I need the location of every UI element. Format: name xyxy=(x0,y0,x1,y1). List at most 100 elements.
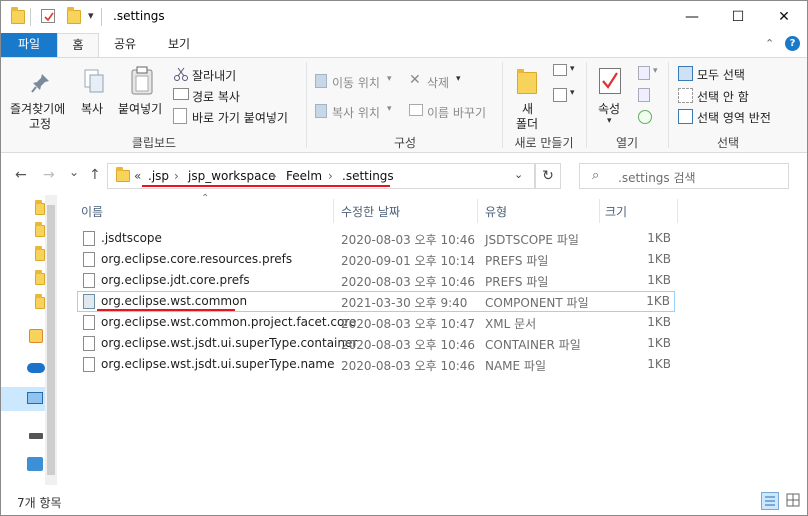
scrollbar-thumb[interactable] xyxy=(47,205,55,475)
file-name: org.eclipse.wst.jsdt.ui.superType.contai… xyxy=(101,336,358,350)
drive-icon[interactable] xyxy=(29,433,43,439)
paste-shortcut-icon xyxy=(173,108,187,124)
file-row[interactable]: .jsdtscope 2020-08-03 오후 10:46 JSDTSCOPE… xyxy=(77,228,675,249)
invert-selection-button[interactable]: 선택 영역 반전 xyxy=(697,109,771,126)
search-box[interactable]: ⌕ .settings 검색 xyxy=(579,163,789,189)
address-bar[interactable]: « .jsp › jsp_workspace › Feelm › .settin… xyxy=(107,163,535,189)
cut-button[interactable]: 잘라내기 xyxy=(192,67,236,84)
column-size[interactable]: 크기 xyxy=(605,203,627,220)
details-view-icon[interactable] xyxy=(761,492,779,510)
help-icon[interactable]: ? xyxy=(785,36,800,51)
folder-icon[interactable] xyxy=(35,200,45,215)
file-row[interactable]: org.eclipse.jdt.core.prefs 2020-08-03 오후… xyxy=(77,270,675,291)
new-folder-icon[interactable] xyxy=(67,7,81,24)
properties-checkbox-icon[interactable] xyxy=(41,9,55,23)
onedrive-icon[interactable] xyxy=(27,363,45,373)
title-bar: ▾ .settings — ☐ ✕ xyxy=(1,1,807,33)
delete-icon: ✕ xyxy=(409,72,421,88)
column-name[interactable]: 이름 xyxy=(81,203,103,220)
properties-icon xyxy=(599,68,621,94)
this-pc-item[interactable] xyxy=(1,387,45,411)
ribbon-collapse-icon[interactable]: ⌃ xyxy=(765,37,774,50)
file-size: 1KB xyxy=(647,357,671,371)
breadcrumb-separator: › xyxy=(272,169,277,183)
network-icon[interactable] xyxy=(27,457,43,471)
paste-button[interactable]: 붙여넣기 xyxy=(118,100,162,117)
paste-shortcut-button[interactable]: 바로 가기 붙여넣기 xyxy=(192,109,288,126)
open-group-label: 열기 xyxy=(615,136,639,150)
navigation-bar: ← → ⌄ ↑ « .jsp › jsp_workspace › Feelm ›… xyxy=(1,157,807,193)
breadcrumb-jsp-workspace[interactable]: jsp_workspace xyxy=(188,169,275,183)
folder-icon[interactable] xyxy=(35,246,45,261)
tab-share[interactable]: 공유 xyxy=(101,33,149,57)
copy-to-button[interactable]: 복사 위치 xyxy=(332,104,380,121)
new-folder-icon xyxy=(517,69,537,94)
breadcrumb-separator: › xyxy=(328,169,333,183)
quick-access-dropdown-icon[interactable]: ▾ xyxy=(88,9,94,22)
folder-icon[interactable] xyxy=(35,270,45,285)
open-icon[interactable] xyxy=(638,66,650,80)
ribbon: 즐겨찾기에 고정 복사 붙여넣기 잘라내기 경로 복사 바로 가기 붙여넣기 클… xyxy=(1,57,807,153)
large-icons-view-icon[interactable] xyxy=(785,492,803,510)
column-type[interactable]: 유형 xyxy=(485,203,507,220)
search-placeholder[interactable]: .settings 검색 xyxy=(618,169,696,186)
address-overflow[interactable]: « xyxy=(134,169,141,183)
forward-arrow-icon[interactable]: → xyxy=(43,167,55,183)
new-item-icon[interactable] xyxy=(553,64,567,76)
chevron-down-icon: ▾ xyxy=(456,74,461,84)
copy-icon xyxy=(83,68,105,96)
file-row[interactable]: org.eclipse.wst.jsdt.ui.superType.name 2… xyxy=(77,354,675,375)
close-button[interactable]: ✕ xyxy=(761,1,807,33)
refresh-button[interactable]: ↻ xyxy=(535,163,561,189)
move-to-button[interactable]: 이동 위치 xyxy=(332,74,380,91)
chevron-down-icon[interactable]: ⌄ xyxy=(514,168,523,181)
breadcrumb-feelm[interactable]: Feelm xyxy=(286,169,322,183)
file-size: 1KB xyxy=(647,273,671,287)
history-icon[interactable] xyxy=(638,110,652,124)
file-modified: 2021-03-30 오후 9:40 xyxy=(341,296,468,310)
window-title: .settings xyxy=(113,9,165,23)
chevron-down-icon: ▾ xyxy=(570,88,575,98)
select-none-button[interactable]: 선택 안 함 xyxy=(697,88,749,105)
up-arrow-icon[interactable]: ↑ xyxy=(89,167,101,183)
copy-path-button[interactable]: 경로 복사 xyxy=(192,88,240,105)
file-modified: 2020-09-01 오후 10:14 xyxy=(341,254,476,268)
column-modified[interactable]: 수정한 날짜 xyxy=(341,203,400,220)
chevron-down-icon: ▾ xyxy=(653,66,658,76)
this-pc-icon xyxy=(27,392,43,404)
file-row[interactable]: org.eclipse.wst.common.project.facet.cor… xyxy=(77,312,675,333)
invert-selection-icon xyxy=(678,109,693,124)
file-size: 1KB xyxy=(647,315,671,329)
breadcrumb-settings[interactable]: .settings xyxy=(342,169,394,183)
easy-access-icon[interactable] xyxy=(553,88,567,102)
delete-button[interactable]: 삭제 xyxy=(427,74,449,91)
chevron-down-icon: ▾ xyxy=(570,64,575,74)
file-row[interactable]: org.eclipse.core.resources.prefs 2020-09… xyxy=(77,249,675,270)
minimize-button[interactable]: — xyxy=(669,1,715,33)
folder-icon[interactable] xyxy=(35,222,45,237)
folder-icon[interactable] xyxy=(35,294,45,309)
rename-button[interactable]: 이름 바꾸기 xyxy=(427,104,486,121)
tab-file[interactable]: 파일 xyxy=(1,33,57,57)
maximize-button[interactable]: ☐ xyxy=(715,1,761,33)
properties-button[interactable]: 속성 xyxy=(598,100,620,117)
navigation-pane-scrollbar[interactable] xyxy=(45,195,57,485)
search-icon: ⌕ xyxy=(592,168,600,183)
new-folder-button-line2[interactable]: 폴더 xyxy=(516,115,538,132)
file-size: 1KB xyxy=(647,252,671,266)
file-icon xyxy=(83,315,95,330)
tab-view[interactable]: 보기 xyxy=(151,33,207,57)
tab-home[interactable]: 홈 xyxy=(57,33,99,57)
copy-button[interactable]: 복사 xyxy=(81,100,103,117)
edit-icon[interactable] xyxy=(638,88,650,102)
creative-cloud-icon[interactable] xyxy=(29,329,43,343)
select-all-icon xyxy=(678,66,693,81)
recent-locations-icon[interactable]: ⌄ xyxy=(69,165,79,179)
file-type: PREFS 파일 xyxy=(485,275,549,289)
red-annotation-underline xyxy=(142,185,390,187)
select-all-button[interactable]: 모두 선택 xyxy=(697,66,745,83)
pin-to-quick-access-button-line2[interactable]: 고정 xyxy=(29,115,51,132)
breadcrumb-jsp[interactable]: .jsp xyxy=(148,169,169,183)
back-arrow-icon[interactable]: ← xyxy=(15,167,27,183)
file-row[interactable]: org.eclipse.wst.jsdt.ui.superType.contai… xyxy=(77,333,675,354)
